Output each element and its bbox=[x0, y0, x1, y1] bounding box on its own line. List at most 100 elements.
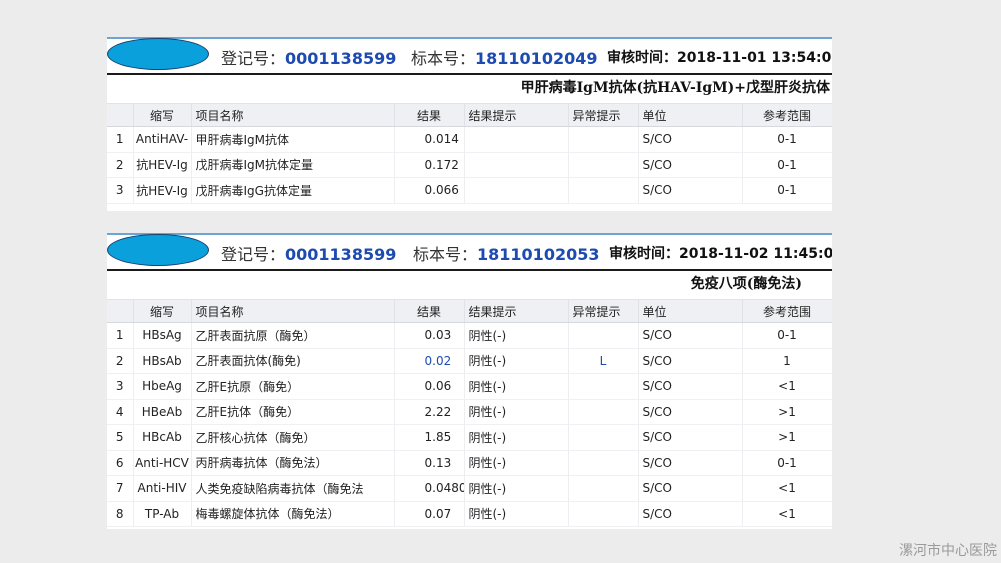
col-result-hint[interactable]: 结果提示 bbox=[464, 104, 569, 127]
row-item-name: 乙肝表面抗原（酶免） bbox=[191, 322, 395, 349]
table-row[interactable]: 2 抗HEV-Ig 戊肝病毒IgM抗体定量 0.172 S/CO 0-1 bbox=[107, 152, 832, 178]
registration-number: 登记号：0001138599 bbox=[221, 241, 396, 265]
redacted-name-oval bbox=[107, 38, 209, 70]
row-ref-range: 0-1 bbox=[742, 126, 832, 153]
row-item-name: 甲肝病毒IgM抗体 bbox=[191, 126, 395, 153]
table-row[interactable]: 3 HbeAg 乙肝E抗原（酶免） 0.06 阴性(-) S/CO <1 bbox=[107, 373, 832, 400]
row-ref-range: <1 bbox=[742, 501, 832, 527]
row-ref-range: 1 bbox=[742, 348, 832, 374]
sample-label: 标本号： bbox=[413, 245, 478, 264]
row-abbr: Anti-HIV bbox=[133, 475, 192, 502]
row-result-hint: 阴性(-) bbox=[464, 450, 569, 476]
col-item-name[interactable]: 项目名称 bbox=[191, 104, 395, 127]
col-abnormal-flag[interactable]: 异常提示 bbox=[568, 104, 639, 127]
sample-value: 18110102053 bbox=[477, 245, 600, 264]
row-result: 0.03 bbox=[394, 322, 465, 349]
row-result-hint bbox=[464, 177, 569, 204]
audit-time: 审核时间：2018-11-02 11:45:05 bbox=[609, 243, 832, 263]
row-unit: S/CO bbox=[638, 399, 743, 425]
table-row[interactable]: 6 Anti-HCV 丙肝病毒抗体（酶免法） 0.13 阴性(-) S/CO 0-1 bbox=[107, 450, 832, 476]
row-item-name: 乙肝E抗体（酶免） bbox=[191, 399, 395, 425]
row-item-name: 人类免疫缺陷病毒抗体（酶免法 bbox=[191, 475, 395, 502]
row-result-hint: 阴性(-) bbox=[464, 424, 569, 451]
row-item-name: 乙肝表面抗体(酶免) bbox=[191, 348, 395, 374]
row-ref-range: 0-1 bbox=[742, 177, 832, 204]
redacted-name-oval bbox=[107, 234, 209, 266]
row-abbr: HBsAg bbox=[133, 322, 192, 349]
col-result[interactable]: 结果 bbox=[394, 104, 465, 127]
row-abnormal-flag bbox=[568, 152, 639, 178]
row-abbr: HbeAg bbox=[133, 373, 192, 400]
col-index bbox=[107, 104, 134, 127]
results-body: 1 AntiHAV- 甲肝病毒IgM抗体 0.014 S/CO 0-1 2 抗HEV-Ig 戊肝… bbox=[107, 126, 832, 204]
header-top-border bbox=[107, 233, 832, 235]
row-abnormal-flag: L bbox=[568, 348, 639, 374]
col-index bbox=[107, 300, 134, 323]
row-index: 2 bbox=[107, 152, 134, 178]
audit-label: 审核时间： bbox=[609, 246, 679, 262]
audit-value: 2018-11-01 13:54:07 bbox=[677, 50, 832, 66]
row-result-hint: 阴性(-) bbox=[464, 501, 569, 527]
row-unit: S/CO bbox=[638, 475, 743, 502]
col-abbr[interactable]: 缩写 bbox=[133, 104, 192, 127]
row-item-name: 丙肝病毒抗体（酶免法） bbox=[191, 450, 395, 476]
col-abbr[interactable]: 缩写 bbox=[133, 300, 192, 323]
report-header: 登记号：0001138599 标本号：18110102053 审核时间：2018… bbox=[107, 233, 832, 271]
row-abbr: HBeAb bbox=[133, 399, 192, 425]
col-abnormal-flag[interactable]: 异常提示 bbox=[568, 300, 639, 323]
row-ref-range: <1 bbox=[742, 373, 832, 400]
row-abbr: AntiHAV- bbox=[133, 126, 192, 153]
col-unit[interactable]: 单位 bbox=[638, 104, 743, 127]
row-unit: S/CO bbox=[638, 126, 743, 153]
table-row[interactable]: 1 AntiHAV- 甲肝病毒IgM抗体 0.014 S/CO 0-1 bbox=[107, 126, 832, 153]
row-result-hint: 阴性(-) bbox=[464, 399, 569, 425]
row-result: 0.02 bbox=[394, 348, 465, 374]
col-ref-range[interactable]: 参考范围 bbox=[742, 300, 832, 323]
audit-label: 审核时间： bbox=[607, 50, 677, 66]
row-abnormal-flag bbox=[568, 373, 639, 400]
table-row[interactable]: 8 TP-Ab 梅毒螺旋体抗体（酶免法） 0.07 阴性(-) S/CO <1 bbox=[107, 501, 832, 527]
table-row[interactable]: 5 HBcAb 乙肝核心抗体（酶免） 1.85 阴性(-) S/CO >1 bbox=[107, 424, 832, 451]
row-ref-range: 0-1 bbox=[742, 152, 832, 178]
report-subtitle: 甲肝病毒IgM抗体(抗HAV-IgM)+戊型肝炎抗体 bbox=[107, 75, 832, 104]
row-unit: S/CO bbox=[638, 373, 743, 400]
row-abbr: 抗HEV-Ig bbox=[133, 177, 192, 204]
registration-number: 登记号：0001138599 bbox=[221, 45, 396, 69]
table-row[interactable]: 2 HBsAb 乙肝表面抗体(酶免) 0.02 阴性(-) L S/CO 1 bbox=[107, 348, 832, 374]
table-row[interactable]: 4 HBeAb 乙肝E抗体（酶免） 2.22 阴性(-) S/CO >1 bbox=[107, 399, 832, 425]
row-abbr: HBsAb bbox=[133, 348, 192, 374]
row-item-name: 戊肝病毒IgM抗体定量 bbox=[191, 152, 395, 178]
table-row[interactable]: 1 HBsAg 乙肝表面抗原（酶免） 0.03 阴性(-) S/CO 0-1 bbox=[107, 322, 832, 349]
table-row[interactable]: 7 Anti-HIV 人类免疫缺陷病毒抗体（酶免法 0.0480 阴性(-) S/CO <1 bbox=[107, 475, 832, 502]
row-abbr: HBcAb bbox=[133, 424, 192, 451]
row-result: 0.0480 bbox=[394, 475, 465, 502]
col-result[interactable]: 结果 bbox=[394, 300, 465, 323]
registration-label: 登记号： bbox=[221, 245, 286, 264]
row-unit: S/CO bbox=[638, 177, 743, 204]
row-index: 1 bbox=[107, 126, 134, 153]
row-abbr: 抗HEV-Ig bbox=[133, 152, 192, 178]
row-ref-range: >1 bbox=[742, 399, 832, 425]
row-result: 0.172 bbox=[394, 152, 465, 178]
row-abnormal-flag bbox=[568, 177, 639, 204]
row-result: 2.22 bbox=[394, 399, 465, 425]
row-result: 0.06 bbox=[394, 373, 465, 400]
audit-value: 2018-11-02 11:45:05 bbox=[679, 246, 832, 262]
row-unit: S/CO bbox=[638, 152, 743, 178]
col-ref-range[interactable]: 参考范围 bbox=[742, 104, 832, 127]
row-index: 3 bbox=[107, 373, 134, 400]
table-header-row: 缩写 项目名称 结果 结果提示 异常提示 单位 参考范围 bbox=[107, 104, 832, 127]
row-result: 1.85 bbox=[394, 424, 465, 451]
col-unit[interactable]: 单位 bbox=[638, 300, 743, 323]
col-item-name[interactable]: 项目名称 bbox=[191, 300, 395, 323]
row-unit: S/CO bbox=[638, 450, 743, 476]
table-row[interactable]: 3 抗HEV-Ig 戊肝病毒IgG抗体定量 0.066 S/CO 0-1 bbox=[107, 177, 832, 204]
row-abnormal-flag bbox=[568, 475, 639, 502]
row-result: 0.066 bbox=[394, 177, 465, 204]
row-index: 5 bbox=[107, 424, 134, 451]
row-index: 6 bbox=[107, 450, 134, 476]
row-ref-range: 0-1 bbox=[742, 322, 832, 349]
col-result-hint[interactable]: 结果提示 bbox=[464, 300, 569, 323]
row-result-hint: 阴性(-) bbox=[464, 322, 569, 349]
report-panel-immune-eight: 登记号：0001138599 标本号：18110102053 审核时间：2018… bbox=[107, 233, 832, 529]
